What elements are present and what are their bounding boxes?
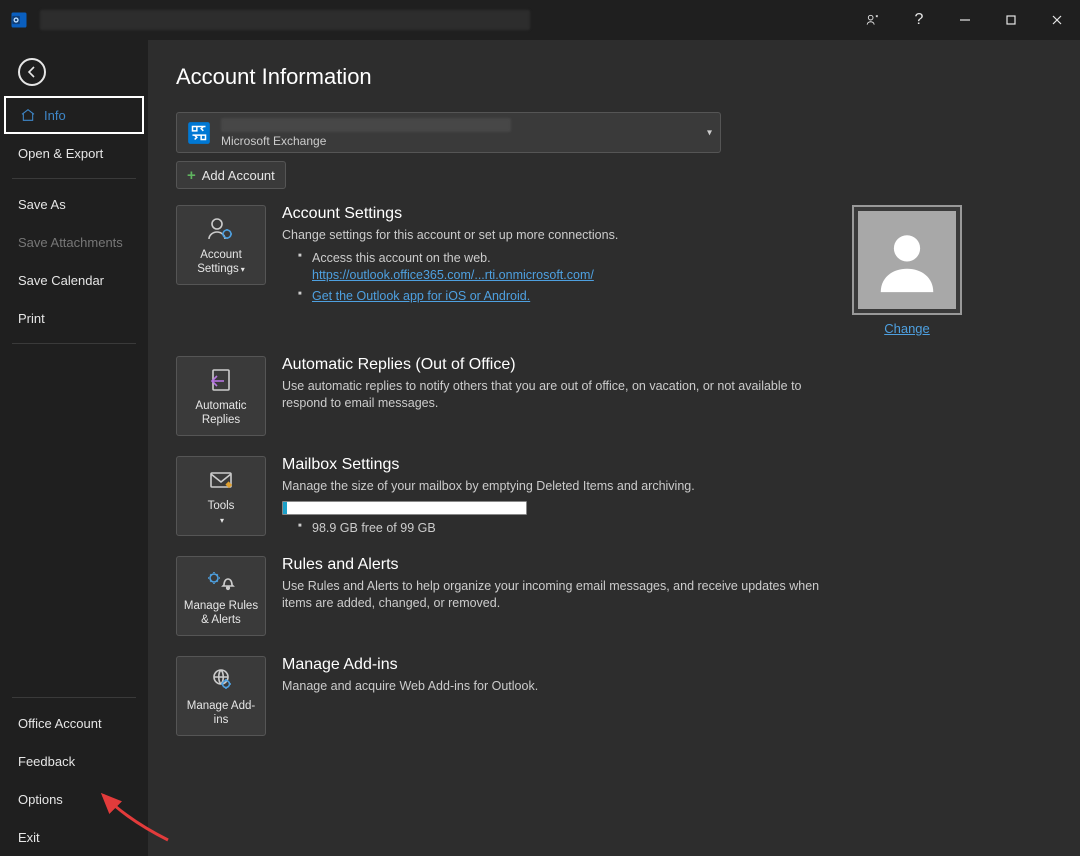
backstage-sidebar: Info Open & Export Save As Save Attachme… xyxy=(0,40,148,856)
help-icon[interactable]: ? xyxy=(896,0,942,40)
auto-replies-title: Automatic Replies (Out of Office) xyxy=(282,356,842,374)
btn-label: Tools xyxy=(208,500,235,512)
rules-title: Rules and Alerts xyxy=(282,556,842,574)
nav-label: Save Calendar xyxy=(18,273,104,288)
minimize-button[interactable] xyxy=(942,0,988,40)
automatic-replies-button[interactable]: Automatic Replies xyxy=(176,356,266,436)
nav-label: Feedback xyxy=(18,754,75,769)
add-account-label: Add Account xyxy=(202,168,275,183)
change-photo-link[interactable]: Change xyxy=(884,321,930,336)
nav-info[interactable]: Info xyxy=(4,96,144,134)
storage-progress xyxy=(282,501,527,515)
nav-label: Office Account xyxy=(18,716,102,731)
manage-rules-button[interactable]: Manage Rules & Alerts xyxy=(176,556,266,636)
chevron-down-icon: ▾ xyxy=(241,265,245,274)
auto-replies-desc: Use automatic replies to notify others t… xyxy=(282,378,842,412)
exchange-icon xyxy=(183,117,215,149)
account-settings-title: Account Settings xyxy=(282,205,842,223)
titlebar-redacted xyxy=(40,10,530,30)
nav-feedback[interactable]: Feedback xyxy=(0,742,148,780)
addins-desc: Manage and acquire Web Add-ins for Outlo… xyxy=(282,678,842,695)
bullet-item: Access this account on the web. https://… xyxy=(298,250,842,285)
nav-label: Print xyxy=(18,311,45,326)
btn-label: Manage Add-ins xyxy=(181,699,261,728)
btn-label: Account Settings xyxy=(197,249,242,275)
plus-icon: + xyxy=(187,167,196,184)
divider xyxy=(12,697,136,698)
nav-save-attachments: Save Attachments xyxy=(0,223,148,261)
mailbox-settings-title: Mailbox Settings xyxy=(282,456,842,474)
page-title: Account Information xyxy=(176,64,1052,90)
close-button[interactable] xyxy=(1034,0,1080,40)
mailbox-settings-desc: Manage the size of your mailbox by empty… xyxy=(282,478,842,495)
account-dropdown[interactable]: Microsoft Exchange ▾ xyxy=(176,112,721,153)
mailbox-tools-icon xyxy=(206,465,236,495)
nav-exit[interactable]: Exit xyxy=(0,818,148,856)
outlook-app-icon xyxy=(0,0,38,40)
maximize-button[interactable] xyxy=(988,0,1034,40)
tools-button[interactable]: Tools ▾ xyxy=(176,456,266,536)
profile-avatar xyxy=(852,205,962,315)
web-access-link[interactable]: https://outlook.office365.com/...rti.onm… xyxy=(312,268,594,282)
add-account-button[interactable]: + Add Account xyxy=(176,161,286,189)
account-type: Microsoft Exchange xyxy=(221,134,720,148)
chevron-down-icon: ▾ xyxy=(220,516,224,525)
nav-label: Exit xyxy=(18,830,40,845)
storage-text: 98.9 GB free of 99 GB xyxy=(282,521,842,535)
rules-desc: Use Rules and Alerts to help organize yo… xyxy=(282,578,842,612)
nav-open-export[interactable]: Open & Export xyxy=(0,134,148,172)
back-button[interactable] xyxy=(18,58,46,86)
coming-soon-icon[interactable] xyxy=(850,0,896,40)
person-icon xyxy=(858,211,956,309)
divider xyxy=(12,343,136,344)
btn-label: Manage Rules & Alerts xyxy=(181,599,261,628)
nav-save-calendar[interactable]: Save Calendar xyxy=(0,261,148,299)
account-settings-icon xyxy=(206,214,236,244)
addins-icon xyxy=(207,665,235,695)
nav-label: Open & Export xyxy=(18,146,103,161)
manage-addins-button[interactable]: Manage Add-ins xyxy=(176,656,266,736)
nav-label: Options xyxy=(18,792,63,807)
nav-label: Info xyxy=(44,108,66,123)
mobile-app-link[interactable]: Get the Outlook app for iOS or Android. xyxy=(312,289,530,303)
rules-alerts-icon xyxy=(205,565,237,595)
nav-print[interactable]: Print xyxy=(0,299,148,337)
nav-save-as[interactable]: Save As xyxy=(0,185,148,223)
nav-options[interactable]: Options xyxy=(0,780,148,818)
account-email-redacted xyxy=(221,118,511,132)
nav-office-account[interactable]: Office Account xyxy=(0,704,148,742)
automatic-replies-icon xyxy=(206,365,236,395)
addins-title: Manage Add-ins xyxy=(282,656,842,674)
content-area: Account Information Microsoft Exchange ▾… xyxy=(148,40,1080,856)
titlebar: ? xyxy=(0,0,1080,40)
bullet-item: Get the Outlook app for iOS or Android. xyxy=(298,288,842,306)
account-settings-button[interactable]: Account Settings▾ xyxy=(176,205,266,285)
btn-label: Automatic Replies xyxy=(181,399,261,428)
nav-label: Save Attachments xyxy=(18,235,123,250)
account-settings-desc: Change settings for this account or set … xyxy=(282,227,842,244)
chevron-down-icon: ▾ xyxy=(707,127,712,138)
nav-label: Save As xyxy=(18,197,66,212)
divider xyxy=(12,178,136,179)
